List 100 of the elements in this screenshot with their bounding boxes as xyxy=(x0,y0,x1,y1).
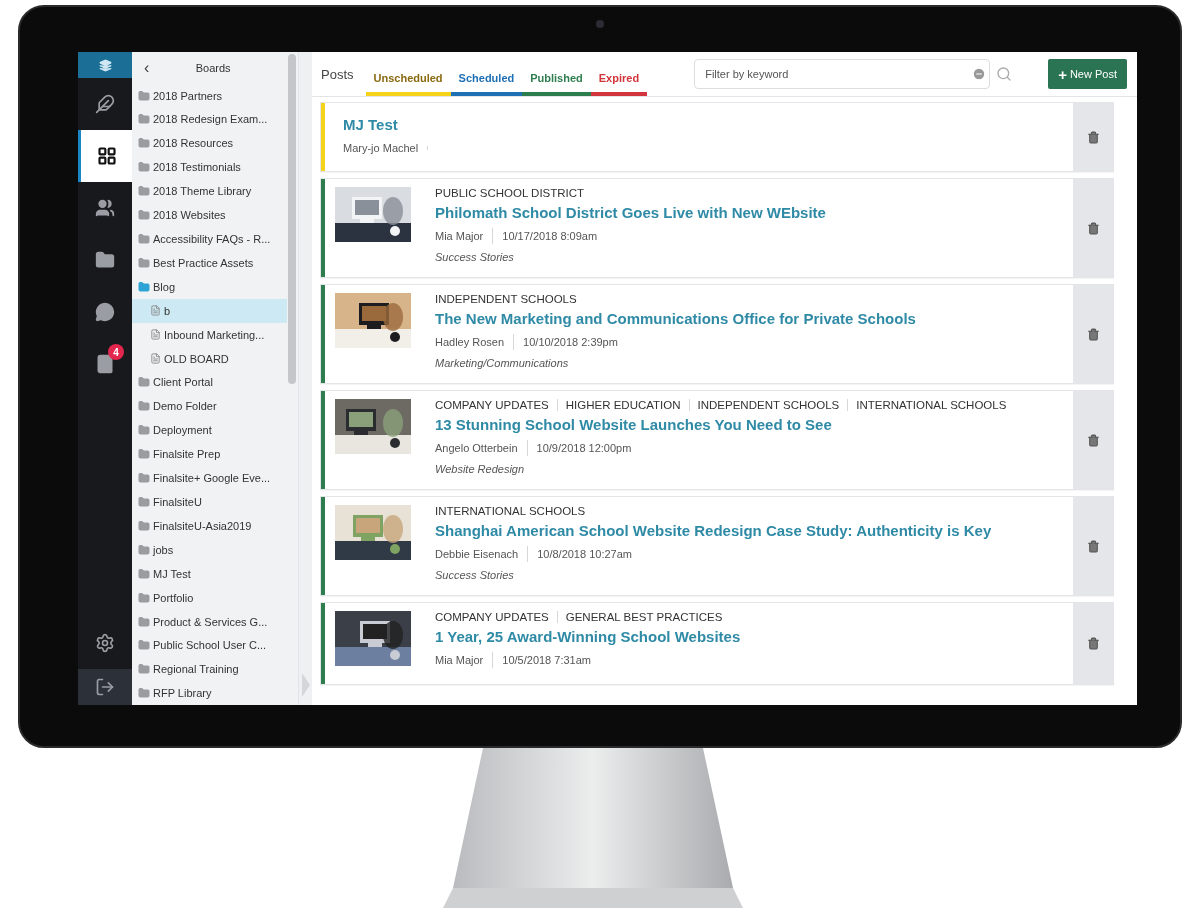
board-item[interactable]: Client Portal xyxy=(132,370,287,395)
topic-label: Marketing/Communications xyxy=(435,357,570,369)
folder-icon xyxy=(95,250,115,270)
board-item[interactable]: Accessibility FAQs - R... xyxy=(132,227,287,251)
post-title[interactable]: 1 Year, 25 Award-Winning School Websites xyxy=(435,628,741,645)
author-name: Mary-jo Machel xyxy=(343,141,420,156)
board-item[interactable]: RFP Library xyxy=(132,681,287,705)
panel-title: Boards xyxy=(194,61,232,74)
delete-button[interactable] xyxy=(1073,497,1113,595)
trash-icon xyxy=(1086,327,1100,341)
post-title[interactable]: The New Marketing and Communications Office for Private Schools xyxy=(435,310,916,327)
board-item[interactable]: Best Practice Assets xyxy=(132,250,287,275)
board-item[interactable]: 2018 Partners xyxy=(132,83,287,108)
board-item[interactable]: 2018 Resources xyxy=(132,131,287,156)
new-post-button[interactable]: + New Post xyxy=(1048,59,1127,89)
rail-button[interactable]: 4 xyxy=(78,338,132,390)
board-item[interactable]: Demo Folder xyxy=(132,394,287,419)
board-item[interactable]: Finalsite Prep xyxy=(132,442,287,467)
feather-icon xyxy=(95,94,115,114)
category-label: INTERNATIONAL SCHOOLS xyxy=(847,399,1015,411)
board-item[interactable]: MJ Test xyxy=(132,561,287,586)
category-label: INDEPENDENT SCHOOLS xyxy=(688,399,848,411)
board-item[interactable]: Portfolio xyxy=(132,585,287,610)
board-item[interactable]: Product & Services G... xyxy=(132,609,287,634)
board-item[interactable]: FinalsiteU-Asia2019 xyxy=(132,513,287,538)
folder-icon xyxy=(138,185,150,198)
search-icon[interactable] xyxy=(996,66,1013,82)
post-title[interactable]: 13 Stunning School Website Launches You Need to See xyxy=(435,416,1015,433)
post-date: 10/5/2018 7:31am xyxy=(492,652,600,668)
layers-icon xyxy=(98,58,112,72)
status-tab[interactable]: Expired xyxy=(590,60,648,96)
post-date: 10/17/2018 8:09am xyxy=(492,228,607,244)
scrollbar[interactable] xyxy=(288,54,296,384)
board-icon xyxy=(150,305,161,317)
board-item[interactable]: 2018 Testimonials xyxy=(132,155,287,180)
topic-label: Success Stories xyxy=(435,251,515,263)
author-name: Mia Major xyxy=(435,653,485,668)
post-date: 10/8/2018 10:27am xyxy=(527,546,641,562)
board-item[interactable]: 2018 Redesign Exam... xyxy=(132,107,287,132)
trash-icon xyxy=(1086,221,1100,235)
trash-icon xyxy=(1086,130,1100,144)
page-title: Posts xyxy=(321,66,354,82)
folder-icon xyxy=(138,663,150,676)
status-tab[interactable]: Unscheduled xyxy=(365,60,451,96)
category-label: HIGHER EDUCATION xyxy=(556,399,689,411)
logout-icon xyxy=(95,677,115,697)
board-item[interactable]: FinalsiteU xyxy=(132,490,287,514)
post-card[interactable]: PUBLIC SCHOOL DISTRICT Philomath School District Goes Live with New WEbsite Mia Major 10/17/2018 8:09am Success Stories xyxy=(320,178,1114,278)
category-label: PUBLIC SCHOOL DISTRICT xyxy=(435,187,586,199)
status-tab[interactable]: Scheduled xyxy=(450,60,523,96)
board-item[interactable]: Public School User C... xyxy=(132,633,287,658)
board-item[interactable]: Finalsite+ Google Eve... xyxy=(132,466,287,491)
back-button[interactable]: ‹ xyxy=(140,58,154,77)
clear-icon[interactable] xyxy=(972,67,987,81)
post-title[interactable]: Philomath School District Goes Live with New WEbsite xyxy=(435,204,826,221)
post-card[interactable]: COMPANY UPDATES HIGHER EDUCATION INDEPENDENT SCHOOLS INTERNATIONAL SCHOOLS 13 Stunning School Website Launches You Need to See Angelo Otterbein 10/9/2018 12:00pm Website Redesign xyxy=(320,390,1114,490)
folder-icon xyxy=(138,424,150,437)
delete-button[interactable] xyxy=(1073,603,1113,684)
delete-button[interactable] xyxy=(1073,285,1113,383)
folder-icon xyxy=(138,496,150,508)
folder-icon xyxy=(138,89,150,102)
rail-button[interactable] xyxy=(78,130,132,182)
board-item[interactable]: Blog xyxy=(132,274,287,299)
board-item[interactable]: Deployment xyxy=(132,418,287,443)
folder-icon xyxy=(138,161,150,174)
trash-icon xyxy=(1086,637,1100,650)
board-item[interactable]: 2018 Theme Library xyxy=(132,179,287,204)
folder-icon xyxy=(138,280,150,293)
author-name: Debbie Eisenach xyxy=(435,547,520,562)
topic-label: Success Stories xyxy=(435,569,515,581)
folder-icon xyxy=(138,591,150,604)
board-icon xyxy=(150,329,161,341)
grid-icon xyxy=(96,146,117,166)
filter-field[interactable]: Filter by keyword xyxy=(694,59,991,89)
post-card[interactable]: MJ Test Mary-jo Machel xyxy=(320,102,1114,172)
topic-label: Website Redesign xyxy=(435,463,526,475)
folder-icon xyxy=(138,639,150,652)
folder-icon xyxy=(138,256,150,269)
post-card[interactable]: INDEPENDENT SCHOOLS The New Marketing and Communications Office for Private Schools Hadley Rosen 10/10/2018 2:39pm Marketing/Communications xyxy=(320,284,1114,384)
delete-button[interactable] xyxy=(1073,179,1113,277)
board-item[interactable]: Regional Training xyxy=(132,657,287,682)
board-item[interactable]: Inbound Marketing... xyxy=(132,322,287,347)
board-item[interactable]: b xyxy=(132,298,287,323)
post-title[interactable]: Shanghai American School Website Redesign Case Study: Authenticity is Key xyxy=(435,522,992,539)
status-tab[interactable]: Published xyxy=(522,60,591,96)
author-name: Hadley Rosen xyxy=(435,335,506,350)
delete-button[interactable] xyxy=(1073,103,1113,171)
webcam-icon xyxy=(596,20,604,28)
post-title[interactable]: MJ Test xyxy=(343,116,447,133)
trash-icon xyxy=(1086,433,1100,447)
board-item[interactable]: jobs xyxy=(132,537,287,562)
chat-icon xyxy=(95,302,115,322)
users-icon xyxy=(95,198,115,218)
post-card[interactable]: INTERNATIONAL SCHOOLS Shanghai American School Website Redesign Case Study: Authenticity is Key Debbie Eisenach 10/8/2018 10:27am Success Stories xyxy=(320,496,1114,596)
category-label: INDEPENDENT SCHOOLS xyxy=(435,293,578,305)
folder-icon xyxy=(138,687,150,700)
board-item[interactable]: 2018 Websites xyxy=(132,203,287,228)
delete-button[interactable] xyxy=(1073,391,1113,489)
post-card[interactable]: COMPANY UPDATES GENERAL BEST PRACTICES 1 Year, 25 Award-Winning School Websites Mia Major 10/5/2018 7:31am xyxy=(320,602,1114,685)
board-item[interactable]: OLD BOARD xyxy=(132,346,287,371)
